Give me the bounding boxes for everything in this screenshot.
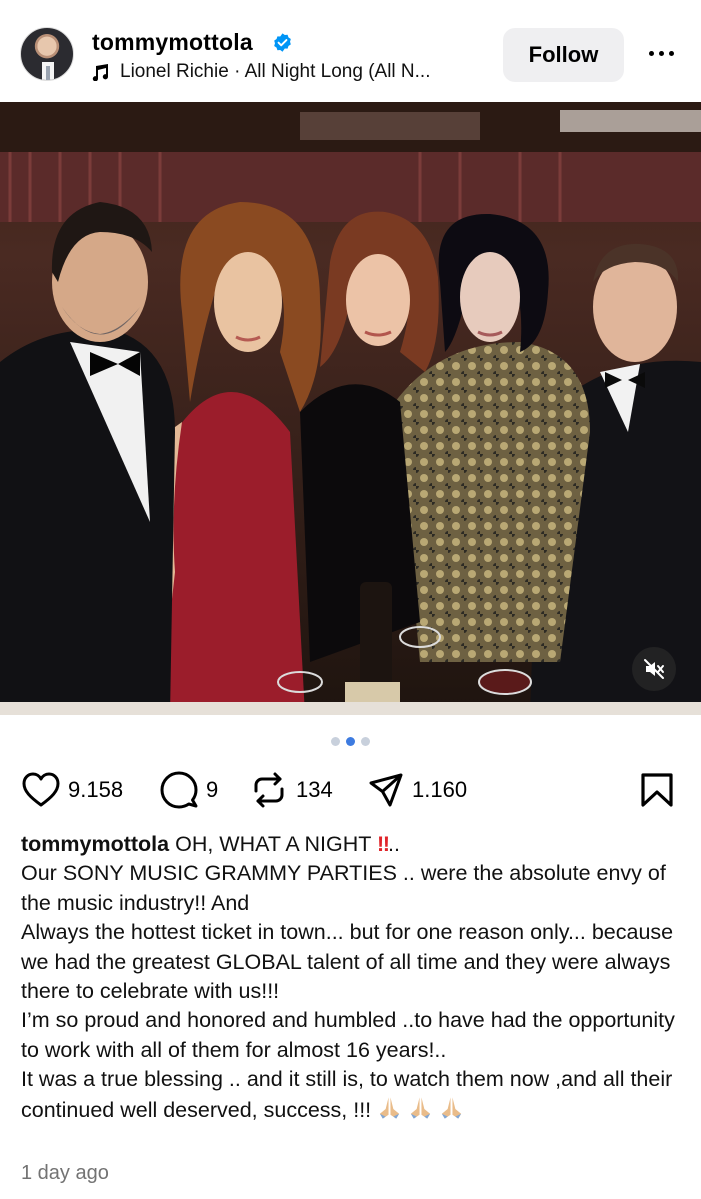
repost-icon (254, 772, 284, 808)
praying-hands-icon (411, 1097, 431, 1119)
caption-paragraph-3: I’m so proud and honored and humbled ..t… (21, 1008, 675, 1062)
share-action[interactable]: 1.160 (368, 768, 467, 812)
music-note-icon (92, 64, 108, 81)
post-caption: tommymottola OH, WHAT A NIGHT ‼.. Our SO… (21, 830, 681, 1125)
shares-count: 1.160 (412, 777, 468, 802)
comment-icon (160, 771, 198, 809)
like-action[interactable]: 9.158 (22, 768, 123, 812)
follow-button[interactable]: Follow (503, 28, 624, 82)
post-header: tommymottola Lionel Richie · All Night L… (0, 0, 701, 102)
praying-hands-icon (380, 1097, 400, 1119)
avatar-tie (46, 66, 50, 80)
share-icon (369, 773, 403, 807)
caption-paragraph-1: Our SONY MUSIC GRAMMY PARTIES .. were th… (21, 861, 666, 915)
carousel-dot (331, 737, 340, 746)
music-track-label: Lionel Richie · All Night Long (All N... (120, 61, 431, 82)
repost-action[interactable]: 134 (250, 768, 333, 812)
carousel-dot-active (346, 737, 355, 746)
reposts-count: 134 (296, 777, 333, 802)
caption-title-suffix: .. (388, 832, 400, 856)
verified-badge-icon (274, 33, 291, 52)
username[interactable]: tommymottola (92, 29, 253, 56)
carousel-dot (361, 737, 370, 746)
music-track[interactable]: Lionel Richie · All Night Long (All N... (92, 61, 430, 83)
caption-paragraph-2: Always the hottest ticket in town... but… (21, 920, 674, 1004)
action-bar: 9.158 9 134 1.160 (0, 768, 701, 812)
post-photo[interactable] (0, 102, 701, 715)
bookmark-icon[interactable] (640, 772, 674, 808)
comment-action[interactable]: 9 (160, 768, 218, 812)
praying-hands-icon (441, 1097, 462, 1119)
avatar[interactable] (20, 27, 74, 81)
comments-count: 9 (206, 777, 219, 802)
caption-paragraph-4: It was a true blessing .. and it still i… (21, 1067, 673, 1122)
group-photo-illustration (0, 102, 701, 715)
mute-toggle[interactable] (632, 647, 676, 691)
heart-icon (22, 772, 60, 807)
post-timestamp: 1 day ago (21, 1162, 109, 1184)
likes-count: 9.158 (68, 777, 124, 802)
mute-icon (644, 659, 664, 679)
caption-title: OH, WHAT A NIGHT (175, 832, 372, 856)
caption-username[interactable]: tommymottola (21, 832, 169, 856)
double-exclamation-emoji: ‼ (377, 832, 390, 856)
carousel-indicator (0, 737, 701, 747)
more-options-icon[interactable] (641, 38, 681, 68)
